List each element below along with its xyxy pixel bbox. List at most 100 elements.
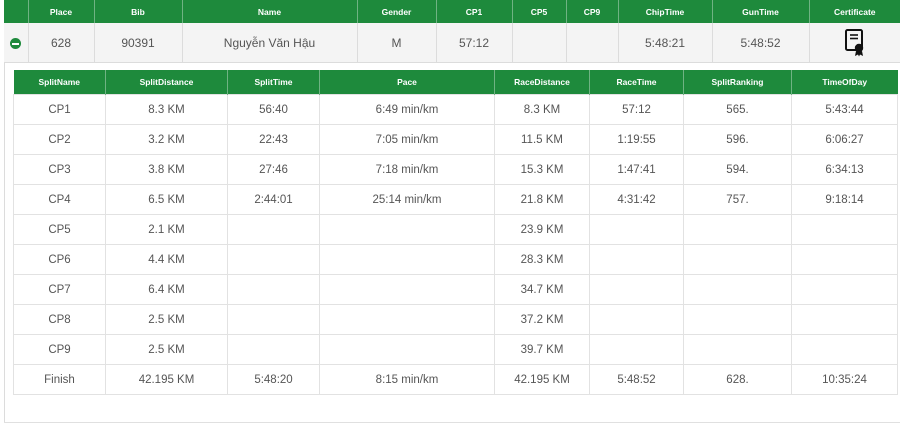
split-ranking-cell: [683, 334, 792, 365]
header-cp9[interactable]: CP9: [566, 0, 619, 23]
race-time-cell: [589, 274, 684, 305]
chiptime-cell: 5:48:21: [618, 23, 713, 63]
header-splitranking[interactable]: SplitRanking: [683, 70, 792, 95]
race-time-cell: [589, 304, 684, 335]
split-time-cell: 56:40: [227, 94, 320, 125]
split-distance-cell: 2.1 KM: [105, 214, 228, 245]
table-row: CP7 6.4 KM 34.7 KM: [13, 274, 898, 305]
header-racedistance[interactable]: RaceDistance: [494, 70, 590, 95]
table-row: CP6 4.4 KM 28.3 KM: [13, 244, 898, 275]
header-splittime[interactable]: SplitTime: [227, 70, 320, 95]
pace-cell: 6:49 min/km: [319, 94, 495, 125]
header-certificate[interactable]: Certificate: [809, 0, 900, 23]
race-distance-cell: 39.7 KM: [494, 334, 590, 365]
table-row[interactable]: 628 90391 Nguyễn Văn Hậu M 57:12 5:48:21…: [4, 23, 900, 63]
split-body: CP1 8.3 KM 56:40 6:49 min/km 8.3 KM 57:12 565.…: [13, 94, 898, 395]
time-of-day-cell: [791, 304, 898, 335]
split-ranking-cell: 628.: [683, 364, 792, 395]
split-name-cell: CP2: [13, 124, 106, 155]
header-chiptime[interactable]: ChipTime: [618, 0, 713, 23]
split-ranking-cell: 565.: [683, 94, 792, 125]
table-row: CP4 6.5 KM 2:44:01 25:14 min/km 21.8 KM 4:31:…: [13, 184, 898, 215]
time-of-day-cell: [791, 334, 898, 365]
split-name-cell: CP3: [13, 154, 106, 185]
race-time-cell: 5:48:52: [589, 364, 684, 395]
race-distance-cell: 11.5 KM: [494, 124, 590, 155]
split-header-row: SplitName SplitDistance SplitTime Pace R…: [13, 70, 898, 95]
time-of-day-cell: 9:18:14: [791, 184, 898, 215]
guntime-cell: 5:48:52: [712, 23, 810, 63]
race-distance-cell: 8.3 KM: [494, 94, 590, 125]
split-distance-cell: 2.5 KM: [105, 334, 228, 365]
header-timeofday[interactable]: TimeOfDay: [791, 70, 898, 95]
split-distance-cell: 2.5 KM: [105, 304, 228, 335]
race-distance-cell: 23.9 KM: [494, 214, 590, 245]
header-pace[interactable]: Pace: [319, 70, 495, 95]
pace-cell: [319, 244, 495, 275]
time-of-day-cell: 6:34:13: [791, 154, 898, 185]
race-time-cell: [589, 244, 684, 275]
split-ranking-cell: [683, 304, 792, 335]
split-time-cell: 22:43: [227, 124, 320, 155]
time-of-day-cell: [791, 244, 898, 275]
table-row: Finish 42.195 KM 5:48:20 8:15 min/km 42.195 …: [13, 364, 898, 395]
race-time-cell: [589, 214, 684, 245]
pace-cell: [319, 274, 495, 305]
header-gender[interactable]: Gender: [357, 0, 437, 23]
header-bib[interactable]: Bib: [94, 0, 183, 23]
toggle-cell[interactable]: [4, 23, 29, 63]
race-time-cell: 57:12: [589, 94, 684, 125]
split-name-cell: CP1: [13, 94, 106, 125]
table-row: CP5 2.1 KM 23.9 KM: [13, 214, 898, 245]
pace-cell: [319, 214, 495, 245]
time-of-day-cell: 10:35:24: [791, 364, 898, 395]
split-name-cell: CP4: [13, 184, 106, 215]
header-splitname[interactable]: SplitName: [13, 70, 106, 95]
header-guntime[interactable]: GunTime: [712, 0, 810, 23]
table-row: CP8 2.5 KM 37.2 KM: [13, 304, 898, 335]
split-time-cell: 27:46: [227, 154, 320, 185]
race-distance-cell: 15.3 KM: [494, 154, 590, 185]
split-distance-cell: 6.5 KM: [105, 184, 228, 215]
results-table: Place Bib Name Gender CP1 CP5 CP9 ChipTi…: [4, 0, 900, 63]
split-distance-cell: 6.4 KM: [105, 274, 228, 305]
split-time-cell: [227, 334, 320, 365]
cp9-cell: [566, 23, 619, 63]
split-time-cell: [227, 304, 320, 335]
header-cp1[interactable]: CP1: [436, 0, 513, 23]
split-time-cell: 2:44:01: [227, 184, 320, 215]
time-of-day-cell: 6:06:27: [791, 124, 898, 155]
time-of-day-cell: [791, 214, 898, 245]
race-time-cell: [589, 334, 684, 365]
time-of-day-cell: 5:43:44: [791, 94, 898, 125]
race-distance-cell: 37.2 KM: [494, 304, 590, 335]
header-name[interactable]: Name: [182, 0, 358, 23]
split-distance-cell: 8.3 KM: [105, 94, 228, 125]
split-table: SplitName SplitDistance SplitTime Pace R…: [13, 70, 898, 395]
pace-cell: [319, 304, 495, 335]
gender-cell: M: [357, 23, 437, 63]
certificate-icon[interactable]: [844, 28, 866, 57]
split-name-cell: CP5: [13, 214, 106, 245]
race-distance-cell: 21.8 KM: [494, 184, 590, 215]
header-toggle: [4, 0, 29, 23]
race-time-cell: 1:47:41: [589, 154, 684, 185]
split-ranking-cell: 757.: [683, 184, 792, 215]
cp1-cell: 57:12: [436, 23, 513, 63]
table-row: CP1 8.3 KM 56:40 6:49 min/km 8.3 KM 57:12 565.…: [13, 94, 898, 125]
header-place[interactable]: Place: [28, 0, 95, 23]
header-cp5[interactable]: CP5: [512, 0, 567, 23]
split-ranking-cell: [683, 214, 792, 245]
race-distance-cell: 42.195 KM: [494, 364, 590, 395]
pace-cell: 7:18 min/km: [319, 154, 495, 185]
minus-circle-icon[interactable]: [10, 37, 22, 49]
split-distance-cell: 42.195 KM: [105, 364, 228, 395]
split-name-cell: CP8: [13, 304, 106, 335]
split-name-cell: CP6: [13, 244, 106, 275]
certificate-cell[interactable]: [809, 23, 900, 63]
header-splitdistance[interactable]: SplitDistance: [105, 70, 228, 95]
header-racetime[interactable]: RaceTime: [589, 70, 684, 95]
bib-cell: 90391: [94, 23, 183, 63]
race-distance-cell: 28.3 KM: [494, 244, 590, 275]
split-time-cell: [227, 244, 320, 275]
